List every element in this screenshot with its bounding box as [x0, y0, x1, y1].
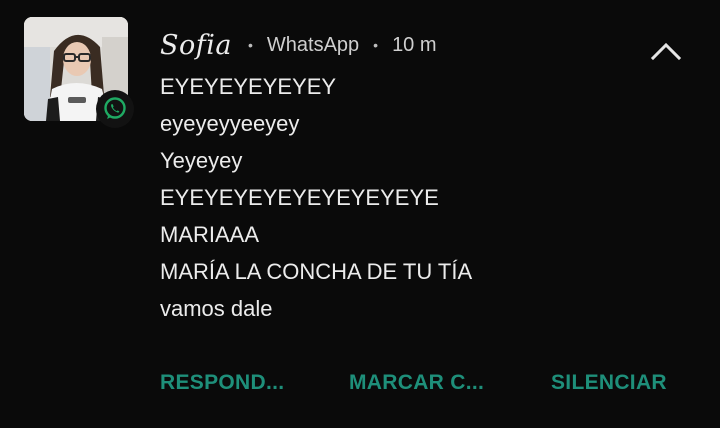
- notification-header: Sofia • WhatsApp • 10 m: [160, 28, 437, 62]
- message-text: EYEYEYEYEYEYEYEYEYE: [160, 185, 439, 210]
- whatsapp-icon: [104, 97, 126, 119]
- app-name: WhatsApp: [266, 33, 360, 56]
- message-list: EYEYEYEYEYEY eyeyeyyeeyey Yeyeyey EYEYEY…: [160, 68, 472, 327]
- message-text: vamos dale: [160, 296, 273, 321]
- collapse-button[interactable]: [648, 36, 684, 66]
- sender-name: Sofia: [160, 29, 232, 61]
- separator-dot: •: [373, 37, 379, 53]
- separator-dot: •: [247, 37, 253, 53]
- mark-as-read-button[interactable]: MARCAR C...: [349, 368, 484, 398]
- message-text: Yeyeyey: [160, 148, 243, 173]
- avatar-container: [24, 17, 134, 128]
- reply-button[interactable]: RESPOND...: [160, 368, 284, 398]
- mute-button[interactable]: SILENCIAR: [551, 368, 667, 398]
- message-text: EYEYEYEYEYEY: [160, 74, 337, 99]
- message-text: eyeyeyyeeyey: [160, 111, 300, 136]
- whatsapp-notification[interactable]: Sofia • WhatsApp • 10 m EYEYEYEYEYEY eye…: [0, 0, 720, 428]
- chevron-up-icon: [650, 42, 682, 61]
- whatsapp-badge: [96, 90, 134, 128]
- timestamp: 10 m: [392, 33, 437, 56]
- message-text: MARIAAA: [160, 222, 260, 247]
- message-text: MARÍA LA CONCHA DE TU TÍA: [160, 259, 473, 284]
